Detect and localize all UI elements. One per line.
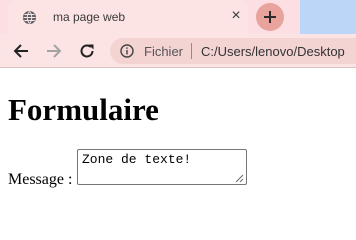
- message-textarea[interactable]: Zone de texte!: [77, 149, 247, 185]
- address-bar[interactable]: Fichier C:/Users/lenovo/Desktop: [110, 38, 356, 64]
- reload-icon: [80, 44, 94, 58]
- info-icon[interactable]: [120, 44, 134, 58]
- message-label: Message :: [8, 171, 73, 188]
- forward-button[interactable]: [45, 42, 63, 60]
- new-tab-button[interactable]: [256, 3, 284, 31]
- close-tab-icon[interactable]: ×: [228, 8, 244, 24]
- scheme-label: Fichier: [144, 44, 184, 59]
- globe-icon: [22, 10, 37, 25]
- plus-icon: [264, 11, 276, 23]
- page-content: Formulaire Message : Zone de texte!: [0, 68, 356, 218]
- browser-toolbar: Fichier C:/Users/lenovo/Desktop: [0, 34, 356, 68]
- window-title-bar: [300, 0, 356, 34]
- back-button[interactable]: [12, 42, 30, 60]
- browser-tab[interactable]: ma page web ×: [8, 0, 248, 34]
- page-title: Formulaire: [8, 92, 159, 127]
- forward-arrow-icon: [47, 44, 62, 58]
- tab-strip: ma page web ×: [0, 0, 356, 34]
- reload-button[interactable]: [78, 42, 96, 60]
- address-separator: [191, 43, 192, 59]
- tab-title: ma page web: [53, 10, 126, 24]
- back-arrow-icon: [13, 44, 28, 58]
- url-text[interactable]: C:/Users/lenovo/Desktop: [201, 44, 345, 59]
